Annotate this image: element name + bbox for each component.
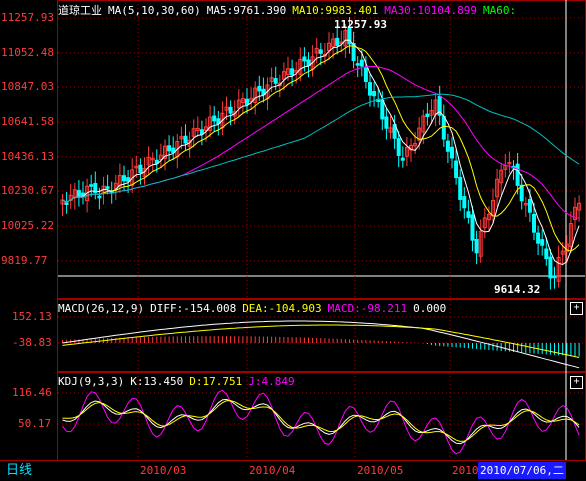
macd-diff-value: DIFF:-154.008 [150,302,237,315]
candle-body [359,59,364,67]
candle-body [474,238,479,254]
candle-body [540,239,545,246]
macd-panel-header: MACD(26,12,9) DIFF:-154.008 DEA:-104.903 MA… [58,302,452,315]
candle-body [536,232,541,244]
candle-body [105,186,110,189]
candle-body [384,116,389,129]
candle-body [318,49,323,54]
x-axis-tick: 2010/03 [140,464,187,477]
candle-body [454,160,459,179]
kdj-axis-tick: 116.46 [12,386,52,399]
kdj-expand-button[interactable]: + [570,376,583,389]
kdj-d-value: D:17.751 [189,375,243,388]
kdj-k-value: K:13.450 [130,375,184,388]
macd-dea-value: DEA:-104.903 [242,302,322,315]
candle-body [515,163,520,186]
ma5-line [62,39,580,266]
kdj-panel-header: KDJ(9,3,3) K:13.450 D:17.751 J:4.849 [58,375,301,388]
ma10-value: MA10:9983.401 [292,4,379,17]
candle-body [290,68,295,76]
price-axis-tick: 10641.58 [1,115,54,128]
candle-body [228,106,233,114]
ma5-value: MA5:9761.390 [206,4,287,17]
candle-body [257,85,262,92]
macd-label[interactable]: MACD(26,12,9) [58,302,144,315]
low-price-label: 9614.32 [494,283,541,296]
kdj-j-line [62,389,580,455]
ma10-line [62,45,580,252]
kdj-j-value: J:4.849 [248,375,295,388]
candle-body [372,91,377,97]
ma-label[interactable]: MA(5,10,30,60) [108,4,201,17]
candle-body [445,140,450,152]
candle-body [363,67,368,83]
price-axis-tick: 10230.67 [1,184,54,197]
candle-body [552,275,557,279]
kdj-axis-tick: 50.17 [18,417,52,430]
candle-body [400,157,405,161]
candle-body [273,78,278,84]
candle-body [355,63,360,66]
candle-body [97,195,102,199]
price-panel-frame [57,0,586,299]
price-axis-tick: 10025.22 [1,219,54,232]
candle-body [122,175,126,182]
candle-body [212,115,217,122]
candle-body [462,196,467,209]
candle-body [335,37,340,46]
stock-chart-window: 道琼工业 MA(5,10,30,60) MA5:9761.390 MA10:9983.… [0,0,586,481]
candle-body [527,198,532,213]
candle-body [89,184,94,187]
candle-body [532,213,536,233]
candle-body [64,202,69,205]
price-axis-tick: 11052.48 [1,46,54,59]
candle-body [183,135,188,144]
macd-axis-tick: 152.13 [12,310,52,323]
kdj-d-line [62,400,580,442]
ma60-value: MA60: [483,4,517,17]
x-axis-tick: 2010/05 [357,464,404,477]
candle-body [199,129,204,135]
index-name: 道琼工业 [58,4,102,17]
price-axis-tick: 10847.03 [1,80,54,93]
macd-expand-button[interactable]: + [570,302,583,315]
candle-body [425,113,430,118]
macd-macd-value: MACD:-98.211 [327,302,408,315]
candle-body [380,99,385,120]
candle-body [76,190,81,198]
candle-body [466,211,471,218]
high-price-label: 11257.93 [334,18,387,31]
kdj-label[interactable]: KDJ(9,3,3) [58,375,124,388]
candle-body [167,145,172,152]
ma30-value: MA30:10104.899 [384,4,478,17]
price-panel-header: 道琼工业 MA(5,10,30,60) MA5:9761.390 MA10:9983.… [58,2,522,18]
candle-body [368,82,372,96]
cursor-date-box: 2010/07/06,二 [478,462,566,479]
candle-body [302,56,307,62]
candle-body [544,248,549,260]
macd-axis-tick: -38.83 [12,336,52,349]
candle-body [450,146,454,159]
candle-body [126,177,131,182]
candle-body [396,138,401,156]
candle-body [548,256,553,279]
x-axis-tick: 2010/04 [249,464,296,477]
price-axis-tick: 10436.13 [1,150,54,163]
candle-body [245,98,249,106]
candle-body [470,214,475,241]
candle-body [441,115,446,140]
chart-canvas[interactable] [0,0,586,481]
price-axis-tick: 9819.77 [1,254,48,267]
candle-body [138,164,143,174]
macd-zero-value: 0.000 [413,302,447,315]
period-selector[interactable]: 日线 [0,461,56,481]
price-axis-tick: 11257.93 [1,11,54,24]
candle-body [458,176,463,200]
